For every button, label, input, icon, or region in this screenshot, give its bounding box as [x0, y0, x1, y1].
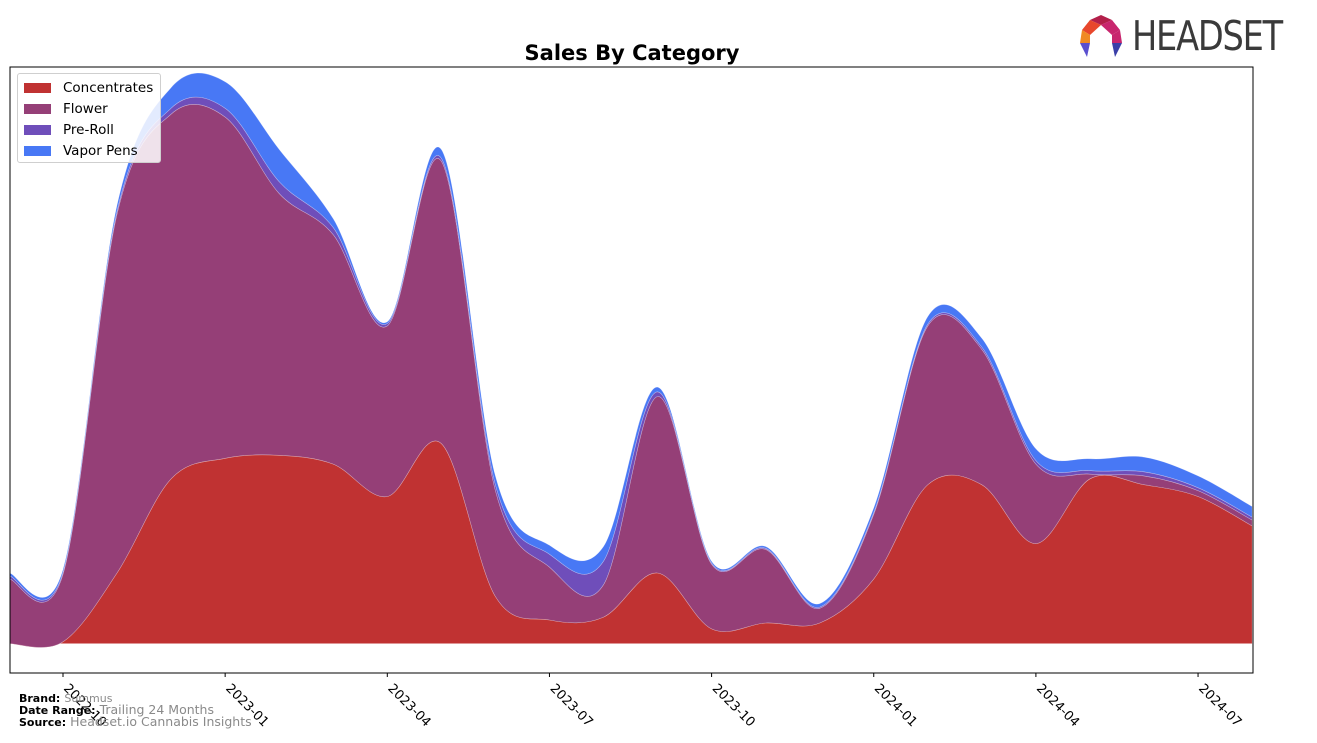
logo-facet — [1112, 43, 1122, 57]
chart-footer: Brand: Summus Date Range: Trailing 24 Mo… — [19, 693, 252, 728]
chart-title: Sales By Category — [525, 41, 740, 65]
logo-facet — [1080, 43, 1090, 57]
x-tick-label: 2023-07 — [547, 681, 596, 730]
x-tick-label: 2024-04 — [1033, 681, 1082, 730]
legend-item-vapor-pens[interactable]: Vapor Pens — [24, 142, 138, 160]
headset-logo-icon — [1080, 15, 1122, 57]
legend-swatch-flower — [24, 104, 51, 114]
headset-logo: HEADSET — [1078, 12, 1315, 60]
footer-source-value: Headset.io Cannabis Insights — [70, 714, 252, 729]
legend: Concentrates Flower Pre-Roll Vapor Pens — [17, 73, 161, 163]
footer-source-key: Source: — [19, 716, 67, 729]
headset-logo-text: HEADSET — [1132, 12, 1283, 60]
chart: Sales By Category 2022-10 2023-01 2023-04 2… — [9, 41, 1254, 730]
legend-label: Vapor Pens — [63, 143, 138, 159]
legend-item-concentrates[interactable]: Concentrates — [24, 79, 153, 97]
legend-swatch-vapor-pens — [24, 146, 51, 156]
legend-item-pre-roll[interactable]: Pre-Roll — [24, 121, 114, 139]
x-tick-label: 2024-01 — [871, 681, 920, 730]
footer-source: Source: Headset.io Cannabis Insights — [19, 714, 252, 729]
plot-areas — [10, 72, 1253, 648]
x-tick-label: 2024-07 — [1195, 681, 1244, 730]
legend-swatch-pre-roll — [24, 125, 51, 135]
legend-swatch-concentrates — [24, 83, 51, 93]
x-tick-label: 2023-10 — [709, 681, 758, 730]
legend-item-flower[interactable]: Flower — [24, 100, 108, 118]
legend-label: Concentrates — [63, 80, 154, 96]
x-tick-label: 2023-04 — [384, 681, 433, 730]
legend-label: Flower — [63, 101, 108, 117]
legend-label: Pre-Roll — [63, 122, 114, 138]
footer-brand-key: Brand: — [19, 692, 61, 705]
